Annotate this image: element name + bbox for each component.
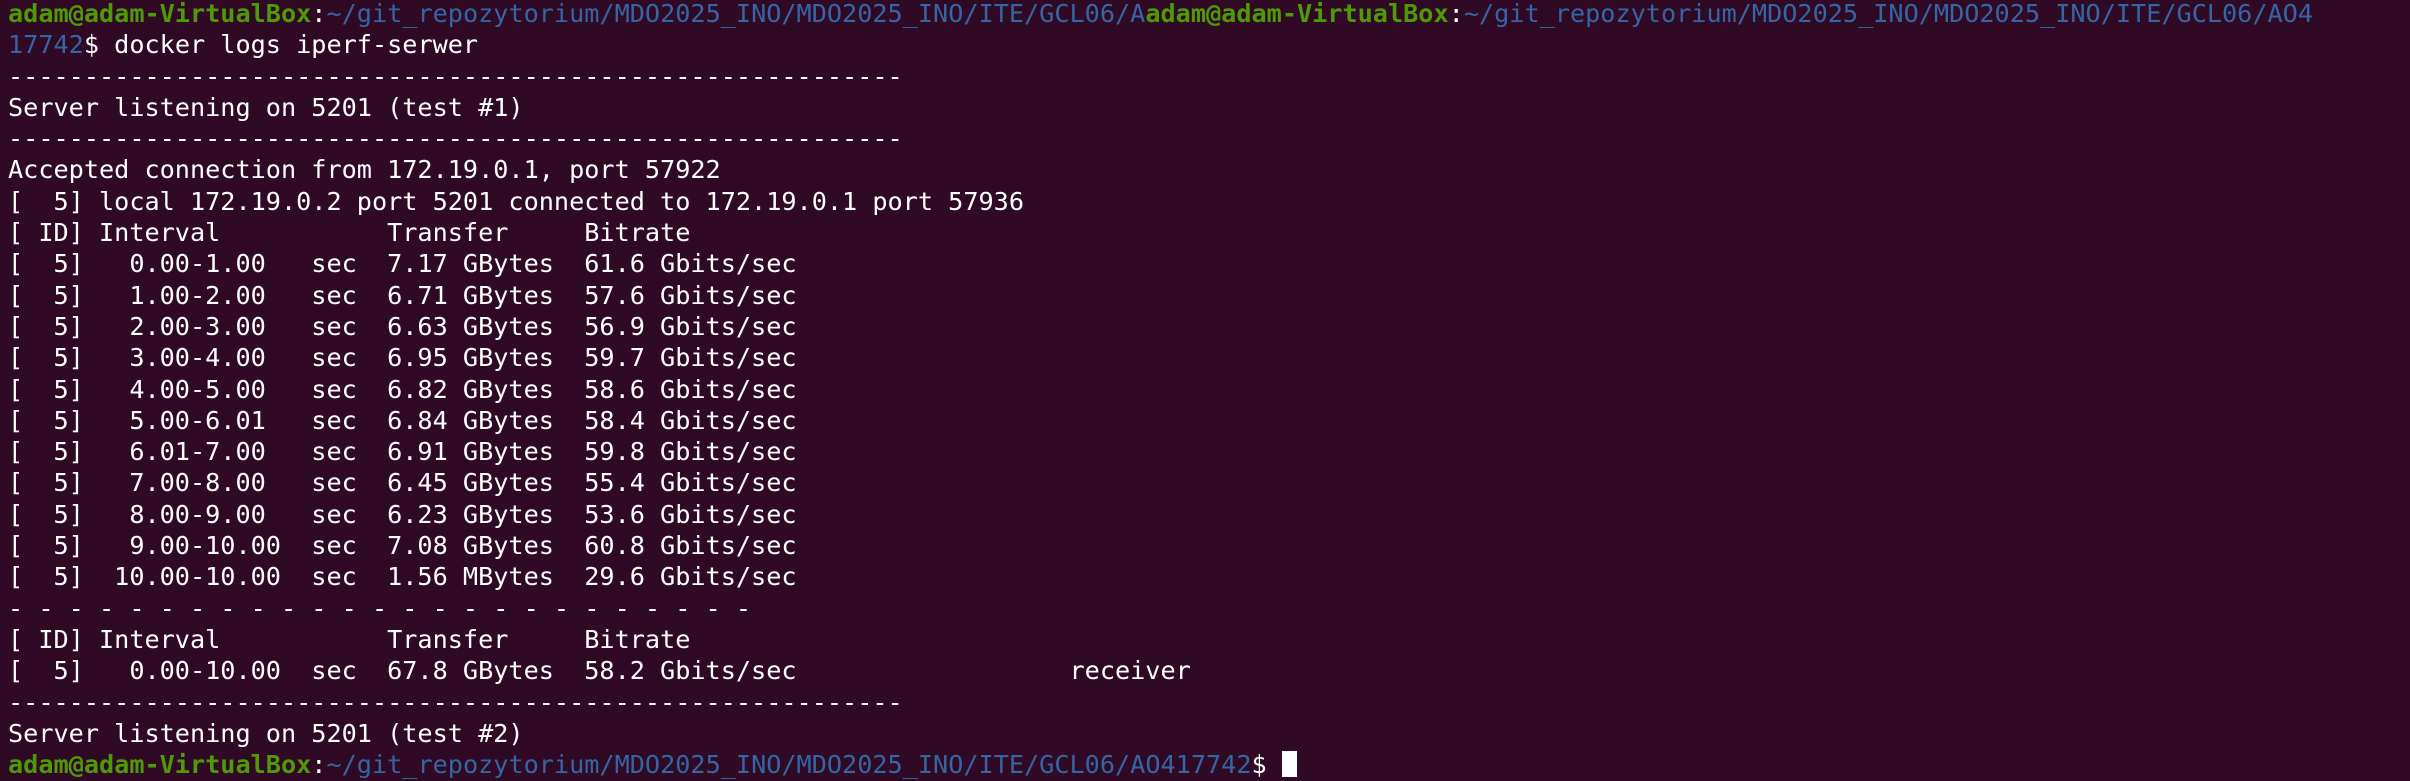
output-line: [ ID] Interval Transfer Bitrate [8,624,691,654]
prompt-user: adam@adam-VirtualBox [8,750,312,780]
prompt-line-1: adam@adam-VirtualBox:~/git_repozytorium/… [8,0,2408,29]
output-line: [ 5] 1.00-2.00 sec 6.71 GBytes 57.6 Gbit… [8,280,797,310]
output-line: [ 5] 6.01-7.00 sec 6.91 GBytes 59.8 Gbit… [8,437,797,467]
text-cursor[interactable] [1281,751,1297,778]
command-text: $ docker logs iperf-serwer [83,30,479,60]
output-line: ----------------------------------------… [8,124,903,154]
final-prompt-line[interactable]: adam@adam-VirtualBox:~/git_repozytorium/… [8,749,2408,780]
prompt-symbol: $ [1251,750,1282,780]
output-line: [ ID] Interval Transfer Bitrate [8,218,691,248]
output-line: [ 5] 9.00-10.00 sec 7.08 GBytes 60.8 Gbi… [8,531,797,561]
prompt-path-overlap: ~/git_repozytorium/MDO2025_INO/MDO2025_I… [1463,0,2314,28]
output-line: [ 5] 7.00-8.00 sec 6.45 GBytes 55.4 Gbit… [8,468,797,498]
prompt-path: ~/git_repozytorium/MDO2025_INO/MDO2025_I… [326,0,1146,28]
output-line: [ 5] 0.00-10.00 sec 67.8 GBytes 58.2 Gbi… [8,656,1191,686]
prompt-separator-overlap: : [1448,0,1464,28]
prompt-separator: : [311,750,327,780]
prompt-path-continued: 17742 [8,30,84,60]
output-line: [ 5] 3.00-4.00 sec 6.95 GBytes 59.7 Gbit… [8,343,797,373]
terminal-window[interactable]: adam@adam-VirtualBox:~/git_repozytorium/… [0,0,2410,781]
output-line: Server listening on 5201 (test #1) [8,92,524,122]
output-line: [ 5] 5.00-6.01 sec 6.84 GBytes 58.4 Gbit… [8,405,797,435]
output-line: ----------------------------------------… [8,61,903,91]
output-line: Server listening on 5201 (test #2) [8,718,524,748]
prompt-path: ~/git_repozytorium/MDO2025_INO/MDO2025_I… [326,750,1252,780]
prompt-user-overlap: adam@adam-VirtualBox [1145,0,1449,28]
output-line: ----------------------------------------… [8,687,903,717]
command-line: 17742$ docker logs iperf-serwer [8,29,2408,60]
prompt-separator: : [311,0,327,28]
output-line: Accepted connection from 172.19.0.1, por… [8,155,721,185]
output-line: [ 5] 8.00-9.00 sec 6.23 GBytes 53.6 Gbit… [8,499,797,529]
output-line: [ 5] 0.00-1.00 sec 7.17 GBytes 61.6 Gbit… [8,249,797,279]
output-line: [ 5] local 172.19.0.2 port 5201 connecte… [8,186,1024,216]
output-line: [ 5] 4.00-5.00 sec 6.82 GBytes 58.6 Gbit… [8,374,797,404]
output-line: [ 5] 2.00-3.00 sec 6.63 GBytes 56.9 Gbit… [8,311,797,341]
terminal-output: adam@adam-VirtualBox:~/git_repozytorium/… [8,0,2408,780]
output-line: [ 5] 10.00-10.00 sec 1.56 MBytes 29.6 Gb… [8,562,797,592]
prompt-user: adam@adam-VirtualBox [8,0,312,28]
output-line: - - - - - - - - - - - - - - - - - - - - … [8,593,752,623]
